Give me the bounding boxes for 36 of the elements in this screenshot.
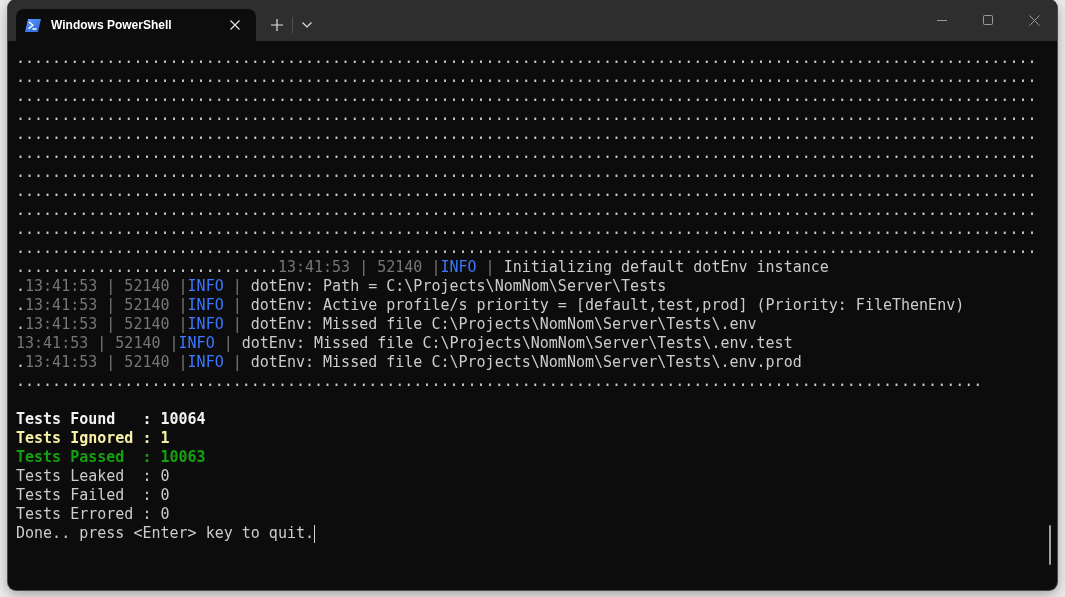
console-line: ........................................................................................................... [16,372,983,391]
test-summary-line: Tests Leaked : 0 [16,467,170,486]
scrollbar-thumb[interactable] [1049,525,1051,565]
test-summary-line: Tests Errored : 0 [16,505,170,524]
close-icon [230,20,240,30]
console-line: ................................................................................................................. [16,87,1037,106]
console-line: .13:41:53 | 52140 |INFO | dotEnv: Path = C:\Projects\NomNom\Server\Tests [16,277,667,296]
powershell-icon [25,18,41,32]
chevron-down-icon [302,22,312,28]
console-line: ................................................................................................................. [16,201,1037,220]
console-line: ................................................................................................................. [16,49,1037,68]
console-line: ................................................................................................................. [16,220,1037,239]
console-line: ................................................................................................................. [16,163,1037,182]
console-line: 13:41:53 | 52140 |INFO | dotEnv: Missed file C:\Projects\NomNom\Server\Tests\.env.test [16,334,793,353]
test-summary-line: Tests Found : 10064 [16,410,206,429]
test-summary-line: Tests Passed : 10063 [16,448,206,467]
console-line: .13:41:53 | 52140 |INFO | dotEnv: Active profile/s priority = [default,test,prod] (Priority: FileThenEnv) [16,296,965,315]
console-line: ................................................................................................................. [16,125,1037,144]
console-line: ................................................................................................................. [16,68,1037,87]
prompt-text: Done.. press <Enter> key to quit. [16,524,314,543]
console-line: ................................................................................................................. [16,106,1037,125]
maximize-icon [983,15,993,25]
plus-icon [271,19,283,31]
console-line: .13:41:53 | 52140 |INFO | dotEnv: Missed file C:\Projects\NomNom\Server\Tests\.env.prod [16,353,802,372]
test-summary-line: Tests Failed : 0 [16,486,170,505]
tab-title: Windows PowerShell [51,17,172,33]
text-cursor-icon [314,524,315,543]
close-icon [1028,14,1040,26]
console-line: ................................................................................................................. [16,182,1037,201]
terminal-tab[interactable]: Windows PowerShell [16,9,256,41]
console-line: ................................................................................................................. [16,144,1037,163]
minimize-icon [937,19,947,21]
console-line: .............................13:41:53 | 52140 |INFO | Initializing default dotEnv instance [16,258,829,277]
console-line: ................................................................................................................. [16,239,1037,258]
test-summary-line: Tests Ignored : 1 [16,429,170,448]
console-line: .13:41:53 | 52140 |INFO | dotEnv: Missed file C:\Projects\NomNom\Server\Tests\.env [16,315,757,334]
